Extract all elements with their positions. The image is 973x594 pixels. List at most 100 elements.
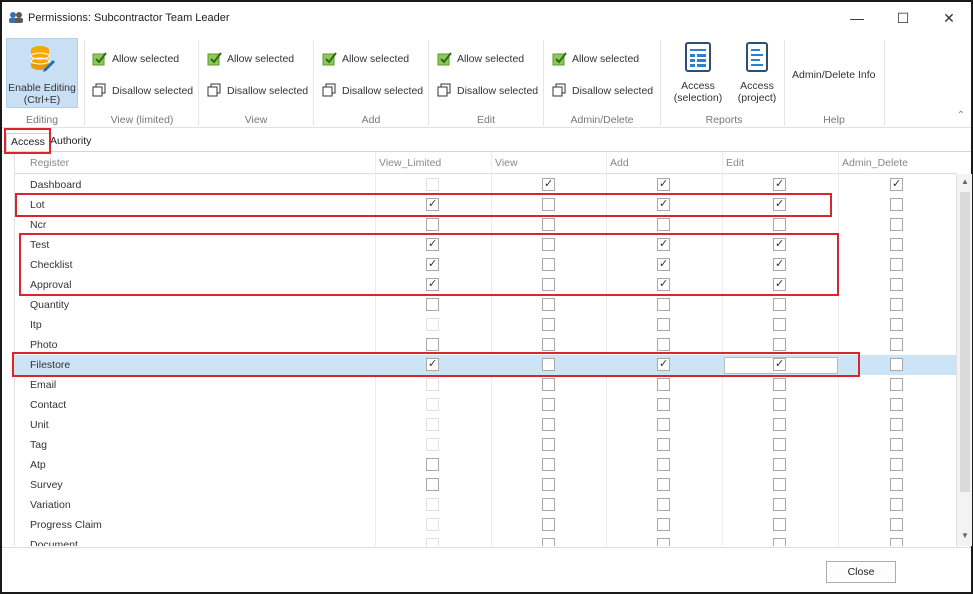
access-project-report-button[interactable]: Access (project) [729, 40, 785, 108]
scroll-up-icon[interactable]: ▲ [957, 174, 972, 190]
table-row[interactable]: Progress Claim [15, 515, 956, 535]
view-limited-checkbox[interactable] [426, 458, 439, 471]
table-row[interactable]: Contact [15, 395, 956, 415]
column-header-edit[interactable]: Edit [722, 152, 838, 174]
admin-delete-checkbox[interactable] [890, 177, 903, 191]
access-selection-report-button[interactable]: Access (selection) [670, 40, 726, 108]
view-checkbox[interactable] [542, 478, 555, 491]
view-checkbox[interactable] [542, 458, 555, 471]
column-header-register[interactable]: Register [27, 152, 375, 174]
column-header-view-limited[interactable]: View_Limited [375, 152, 491, 174]
table-row[interactable]: Atp [15, 455, 956, 475]
edit-checkbox[interactable] [773, 398, 786, 411]
edit-checkbox[interactable] [773, 418, 786, 431]
scroll-down-icon[interactable]: ▼ [957, 528, 972, 544]
add-checkbox[interactable] [657, 378, 670, 391]
admin-delete-checkbox[interactable] [890, 258, 903, 271]
table-row[interactable]: Dashboard [15, 175, 956, 195]
table-row[interactable]: Variation [15, 495, 956, 515]
table-row[interactable]: Email [15, 375, 956, 395]
view-checkbox[interactable] [542, 418, 555, 431]
edit-checkbox[interactable] [773, 177, 786, 191]
table-row[interactable]: Unit [15, 415, 956, 435]
edit-checkbox[interactable] [773, 438, 786, 451]
add-checkbox[interactable] [657, 458, 670, 471]
admin-delete-checkbox[interactable] [890, 278, 903, 291]
add-checkbox[interactable] [657, 418, 670, 431]
add-checkbox[interactable] [657, 438, 670, 451]
add-checkbox[interactable] [657, 318, 670, 331]
view-checkbox[interactable] [542, 398, 555, 411]
view-checkbox[interactable] [542, 378, 555, 391]
add-checkbox[interactable] [657, 518, 670, 531]
edit-checkbox[interactable] [773, 538, 786, 546]
add-checkbox[interactable] [657, 338, 670, 351]
view-checkbox[interactable] [542, 438, 555, 451]
add-checkbox[interactable] [657, 498, 670, 511]
add-checkbox[interactable] [657, 218, 670, 231]
column-header-view[interactable]: View [491, 152, 606, 174]
table-row[interactable]: Ncr [15, 215, 956, 235]
admin-delete-checkbox[interactable] [890, 318, 903, 331]
view-checkbox[interactable] [542, 518, 555, 531]
view-checkbox[interactable] [542, 338, 555, 351]
view-checkbox[interactable] [542, 298, 555, 311]
view-checkbox[interactable] [542, 538, 555, 546]
scroll-thumb[interactable] [960, 192, 970, 492]
collapse-ribbon-icon[interactable]: ⌃ [957, 110, 965, 121]
ribbon-toolbar: Enable Editing (Ctrl+E) Editing Allow se… [2, 34, 971, 128]
edit-checkbox[interactable] [773, 338, 786, 351]
edit-checkbox[interactable] [773, 298, 786, 311]
tab-authority[interactable]: Authority [46, 133, 95, 151]
admin-delete-checkbox[interactable] [890, 358, 903, 371]
add-checkbox[interactable] [657, 538, 670, 546]
edit-checkbox[interactable] [773, 458, 786, 471]
admin-delete-checkbox[interactable] [890, 498, 903, 511]
add-checkbox[interactable] [657, 177, 670, 191]
enable-editing-button[interactable]: Enable Editing (Ctrl+E) [6, 38, 78, 108]
add-checkbox[interactable] [657, 478, 670, 491]
edit-checkbox[interactable] [773, 498, 786, 511]
admin-delete-checkbox[interactable] [890, 378, 903, 391]
vertical-scrollbar[interactable]: ▲ ▼ [956, 174, 972, 546]
view-limited-checkbox[interactable] [426, 338, 439, 351]
admin-delete-checkbox[interactable] [890, 418, 903, 431]
table-row[interactable]: Itp [15, 315, 956, 335]
admin-delete-checkbox[interactable] [890, 538, 903, 546]
view-limited-checkbox[interactable] [426, 478, 439, 491]
table-row[interactable]: Survey [15, 475, 956, 495]
admin-delete-checkbox[interactable] [890, 198, 903, 211]
view-limited-checkbox[interactable] [426, 298, 439, 311]
view-checkbox[interactable] [542, 318, 555, 331]
admin-delete-checkbox[interactable] [890, 298, 903, 311]
admin-delete-checkbox[interactable] [890, 518, 903, 531]
edit-checkbox[interactable] [773, 518, 786, 531]
column-header-admin-delete[interactable]: Admin_Delete [838, 152, 956, 174]
close-window-button[interactable]: ✕ [934, 8, 964, 28]
table-row[interactable]: Tag [15, 435, 956, 455]
add-checkbox[interactable] [657, 398, 670, 411]
edit-checkbox[interactable] [773, 218, 786, 231]
register-name: Contact [30, 399, 67, 411]
column-header-add[interactable]: Add [606, 152, 722, 174]
view-checkbox[interactable] [542, 218, 555, 231]
admin-delete-checkbox[interactable] [890, 338, 903, 351]
admin-delete-checkbox[interactable] [890, 218, 903, 231]
view-checkbox[interactable] [542, 498, 555, 511]
view-limited-checkbox[interactable] [426, 218, 439, 231]
admin-delete-checkbox[interactable] [890, 478, 903, 491]
view-checkbox[interactable] [542, 177, 555, 191]
edit-checkbox[interactable] [773, 478, 786, 491]
admin-delete-checkbox[interactable] [890, 438, 903, 451]
table-row[interactable]: Quantity [15, 295, 956, 315]
admin-delete-checkbox[interactable] [890, 458, 903, 471]
minimize-button[interactable]: — [842, 8, 872, 28]
table-row[interactable]: Document [15, 535, 956, 546]
admin-delete-checkbox[interactable] [890, 398, 903, 411]
close-button[interactable]: Close [826, 561, 896, 583]
edit-checkbox[interactable] [773, 318, 786, 331]
edit-checkbox[interactable] [773, 378, 786, 391]
add-checkbox[interactable] [657, 298, 670, 311]
admin-delete-checkbox[interactable] [890, 238, 903, 251]
maximize-button[interactable]: ☐ [888, 8, 918, 28]
